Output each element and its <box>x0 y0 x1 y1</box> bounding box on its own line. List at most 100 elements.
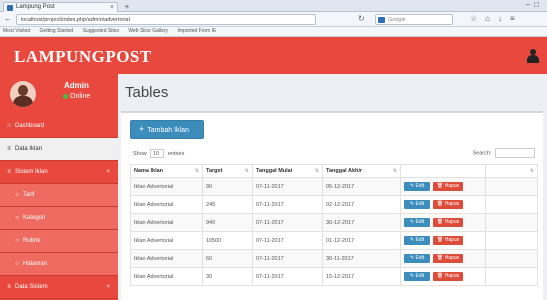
favicon-icon <box>7 5 13 11</box>
cell-mulai: 07-11-2017 <box>252 195 323 214</box>
address-field[interactable]: localhost/project/index.php/admin/advert… <box>16 14 316 25</box>
edit-icon: ✎ <box>409 237 415 243</box>
browser-toolbar-icons[interactable]: ☆⌂↓≡ <box>470 14 523 23</box>
edit-icon: ✎ <box>409 183 415 189</box>
browser-tab-bar: Lampung Post × + –□ <box>0 0 547 12</box>
edit-icon: ✎ <box>409 255 415 261</box>
cell-extra <box>485 249 538 268</box>
brand-logo[interactable]: LAMPUNGPOST <box>14 48 152 65</box>
column-header-aksi[interactable] <box>400 164 486 178</box>
column-header-mulai[interactable]: Tanggal Mulai ⇅ <box>252 164 323 178</box>
browser-search-field[interactable]: Google <box>375 14 453 25</box>
table-row: Iklan Advertorial 90 07-11-2017 05-12-20… <box>130 177 538 196</box>
bookmark-item[interactable]: Most Visited <box>3 28 30 34</box>
bookmark-item[interactable]: Imported From IE <box>177 28 216 34</box>
circle-icon: ○ <box>15 238 19 244</box>
cell-akhir: 05-12-2017 <box>322 177 401 196</box>
edit-button[interactable]: ✎ Edit <box>404 272 430 281</box>
sidebar-item-kategori[interactable]: ○ Kategori <box>0 207 118 230</box>
sidebar-item-label: Kategori <box>23 215 46 221</box>
circle-icon: ○ <box>15 215 19 221</box>
delete-button-label: Hapus <box>444 237 460 243</box>
new-tab-icon[interactable]: + <box>122 3 132 11</box>
table-search-input[interactable] <box>495 148 535 158</box>
sidebar-item-dashboard[interactable]: ⌂ Dashboard <box>0 115 118 138</box>
cell-mulai: 07-11-2017 <box>252 177 323 196</box>
cell-extra <box>485 177 538 196</box>
user-menu-icon[interactable] <box>526 49 540 63</box>
edit-button-label: Edit <box>415 201 425 207</box>
entries-select[interactable]: 10 <box>150 149 165 158</box>
user-name: Admin <box>64 81 89 90</box>
length-prefix: Show <box>133 150 147 157</box>
sidebar-item-tarif[interactable]: ○ Tarif <box>0 184 118 207</box>
window-controls[interactable]: –□ <box>526 0 543 9</box>
chevron-left-icon: < <box>106 169 110 175</box>
sidebar-item-rubrik[interactable]: ○ Rubrik <box>0 230 118 253</box>
table-row: Iklan Advertorial 60 07-11-2017 30-11-20… <box>130 249 538 268</box>
chevron-left-icon: < <box>106 284 110 290</box>
trash-icon: 🗑 <box>436 273 444 279</box>
close-tab-icon[interactable]: × <box>110 3 114 12</box>
sidebar-item-data-sistem[interactable]: ≡ Data Sistem < <box>0 276 118 299</box>
delete-button[interactable]: 🗑 Hapus <box>433 218 463 227</box>
delete-button-label: Hapus <box>444 273 460 279</box>
reload-icon[interactable]: ↻ <box>358 14 365 23</box>
edit-button[interactable]: ✎ Edit <box>404 254 430 263</box>
cell-akhir: 02-12-2017 <box>322 195 401 214</box>
column-header-extra[interactable]: ⇅ <box>485 164 538 178</box>
sidebar-item-halaman[interactable]: ○ Halaman <box>0 253 118 276</box>
list-icon: ≡ <box>7 284 11 290</box>
delete-button-label: Hapus <box>444 255 460 261</box>
column-header-nama[interactable]: Nama Iklan ⇅ <box>130 164 203 178</box>
list-icon: ≡ <box>7 146 11 152</box>
delete-button[interactable]: 🗑 Hapus <box>433 182 463 191</box>
user-status-text: Online <box>70 93 91 100</box>
edit-button[interactable]: ✎ Edit <box>404 200 430 209</box>
bookmark-item[interactable]: Web Slice Gallery <box>128 28 168 34</box>
bookmark-item[interactable]: Suggested Sites <box>83 28 119 34</box>
sidebar-item-label: Dashboard <box>15 123 45 129</box>
browser-tab[interactable]: Lampung Post × <box>3 2 118 12</box>
plus-icon: + <box>139 124 145 134</box>
sort-icon: ⇅ <box>244 168 249 174</box>
cell-nama: Iklan Advertorial <box>130 177 203 196</box>
cell-nama: Iklan Advertorial <box>130 267 203 286</box>
sort-icon: ⇅ <box>314 168 319 174</box>
edit-button[interactable]: ✎ Edit <box>404 236 430 245</box>
delete-button[interactable]: 🗑 Hapus <box>433 236 463 245</box>
bookmark-item[interactable]: Getting Started <box>40 28 74 34</box>
page-title: Tables <box>125 84 169 101</box>
edit-button[interactable]: ✎ Edit <box>404 182 430 191</box>
delete-button[interactable]: 🗑 Hapus <box>433 254 463 263</box>
column-header-target[interactable]: Target ⇅ <box>202 164 253 178</box>
entries-length-control: Show 10 entries <box>133 149 184 158</box>
delete-button[interactable]: 🗑 Hapus <box>433 200 463 209</box>
trash-icon: 🗑 <box>436 255 444 261</box>
delete-button-label: Hapus <box>444 183 460 189</box>
edit-icon: ✎ <box>409 273 415 279</box>
add-iklan-button[interactable]: + Tambah Iklan <box>130 120 204 139</box>
back-icon[interactable]: ← <box>4 14 12 23</box>
delete-button[interactable]: 🗑 Hapus <box>433 272 463 281</box>
edit-button-label: Edit <box>415 237 425 243</box>
table-row: Iklan Advertorial 30 07-11-2017 15-12-20… <box>130 267 538 286</box>
sidebar-item-data-iklan[interactable]: ≡ Data Iklan <box>0 138 118 161</box>
cell-nama: Iklan Advertorial <box>130 231 203 250</box>
column-header-akhir[interactable]: Tanggal Akhir ⇅ <box>322 164 401 178</box>
cell-mulai: 07-11-2017 <box>252 249 323 268</box>
length-suffix: entries <box>167 150 185 157</box>
cell-akhir: 15-12-2017 <box>322 267 401 286</box>
edit-button-label: Edit <box>415 255 425 261</box>
cell-actions: ✎ Edit 🗑 Hapus <box>400 213 486 232</box>
sort-icon: ⇅ <box>194 168 199 174</box>
edit-button-label: Edit <box>415 183 425 189</box>
cell-akhir: 30-12-2017 <box>322 213 401 232</box>
cell-target: 940 <box>202 213 253 232</box>
cell-target: 30 <box>202 267 253 286</box>
edit-button[interactable]: ✎ Edit <box>404 218 430 227</box>
sidebar-item-label: Halaman <box>23 261 48 267</box>
cell-actions: ✎ Edit 🗑 Hapus <box>400 195 486 214</box>
sidebar-item-sistem-iklan[interactable]: ≡ Sistem Iklan < <box>0 161 118 184</box>
table-row: Iklan Advertorial 10500 07-11-2017 01-12… <box>130 231 538 250</box>
